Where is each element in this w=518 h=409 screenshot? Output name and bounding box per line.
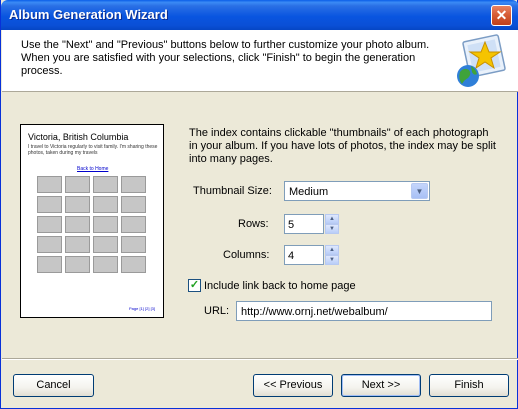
preview-home-link: Back to Home bbox=[77, 166, 109, 172]
url-field[interactable]: http://www.ornj.net/webalbum/ bbox=[236, 301, 492, 321]
preview-thumbnail bbox=[37, 256, 62, 273]
rows-stepper[interactable]: ▲ ▼ bbox=[325, 214, 339, 234]
columns-down-icon[interactable]: ▼ bbox=[325, 255, 339, 265]
window-title: Album Generation Wizard bbox=[9, 7, 168, 22]
preview-thumbnail bbox=[121, 256, 146, 273]
include-link-checkbox[interactable]: ✓ bbox=[188, 279, 201, 292]
rows-label: Rows: bbox=[238, 218, 269, 230]
rows-value: 5 bbox=[288, 219, 295, 231]
preview-thumbnail-grid bbox=[37, 176, 148, 273]
title-bar[interactable]: Album Generation Wizard ✕ bbox=[1, 0, 518, 30]
preview-thumbnail bbox=[93, 196, 118, 213]
preview-thumbnail bbox=[37, 176, 62, 193]
preview-thumbnail bbox=[65, 196, 90, 213]
album-preview: Victoria, British Columbia I travel to V… bbox=[20, 124, 164, 318]
cancel-button[interactable]: Cancel bbox=[13, 374, 94, 397]
columns-label: Columns: bbox=[223, 249, 270, 261]
close-button[interactable]: ✕ bbox=[491, 5, 512, 26]
preview-thumbnail bbox=[121, 216, 146, 233]
button-divider bbox=[2, 358, 518, 360]
preview-thumbnail bbox=[93, 236, 118, 253]
close-icon: ✕ bbox=[495, 7, 508, 23]
wizard-window: Album Generation Wizard ✕ Use the "Next"… bbox=[0, 0, 518, 409]
include-link-label[interactable]: Include link back to home page bbox=[204, 280, 356, 292]
rows-up-icon[interactable]: ▲ bbox=[325, 214, 339, 224]
preview-thumbnail bbox=[65, 176, 90, 193]
header-instructions: Use the "Next" and "Previous" buttons be… bbox=[21, 39, 430, 77]
rows-input[interactable]: 5 bbox=[284, 214, 324, 234]
index-description: The index contains clickable "thumbnails… bbox=[189, 127, 496, 165]
columns-stepper[interactable]: ▲ ▼ bbox=[325, 245, 339, 265]
preview-thumbnail bbox=[65, 256, 90, 273]
columns-value: 4 bbox=[288, 250, 295, 262]
previous-button[interactable]: << Previous bbox=[253, 374, 333, 397]
preview-thumbnail bbox=[93, 256, 118, 273]
preview-title: Victoria, British Columbia bbox=[28, 132, 129, 142]
thumbnail-size-value: Medium bbox=[289, 186, 329, 198]
preview-thumbnail bbox=[121, 236, 146, 253]
finish-button[interactable]: Finish bbox=[429, 374, 509, 397]
preview-thumbnail bbox=[37, 196, 62, 213]
preview-thumbnail bbox=[121, 196, 146, 213]
columns-up-icon[interactable]: ▲ bbox=[325, 245, 339, 255]
wizard-header: Use the "Next" and "Previous" buttons be… bbox=[2, 30, 518, 92]
preview-thumbnail bbox=[37, 216, 62, 233]
rows-down-icon[interactable]: ▼ bbox=[325, 224, 339, 234]
preview-thumbnail bbox=[37, 236, 62, 253]
preview-page-links: Page [1] [2] [3] bbox=[129, 306, 156, 311]
preview-thumbnail bbox=[93, 176, 118, 193]
album-star-globe-icon bbox=[457, 34, 506, 87]
url-label: URL: bbox=[204, 305, 230, 317]
preview-thumbnail bbox=[65, 216, 90, 233]
chevron-down-icon[interactable]: ▼ bbox=[411, 183, 428, 199]
next-button[interactable]: Next >> bbox=[341, 374, 421, 397]
columns-input[interactable]: 4 bbox=[284, 245, 324, 265]
preview-description: I travel to Victoria regularly to visit … bbox=[28, 144, 158, 156]
thumbnail-size-label: Thumbnail Size: bbox=[193, 185, 272, 197]
url-value: http://www.ornj.net/webalbum/ bbox=[241, 306, 388, 318]
preview-thumbnail bbox=[65, 236, 90, 253]
checkmark-icon: ✓ bbox=[189, 279, 200, 291]
thumbnail-size-select[interactable]: Medium ▼ bbox=[284, 181, 430, 201]
preview-thumbnail bbox=[93, 216, 118, 233]
preview-thumbnail bbox=[121, 176, 146, 193]
